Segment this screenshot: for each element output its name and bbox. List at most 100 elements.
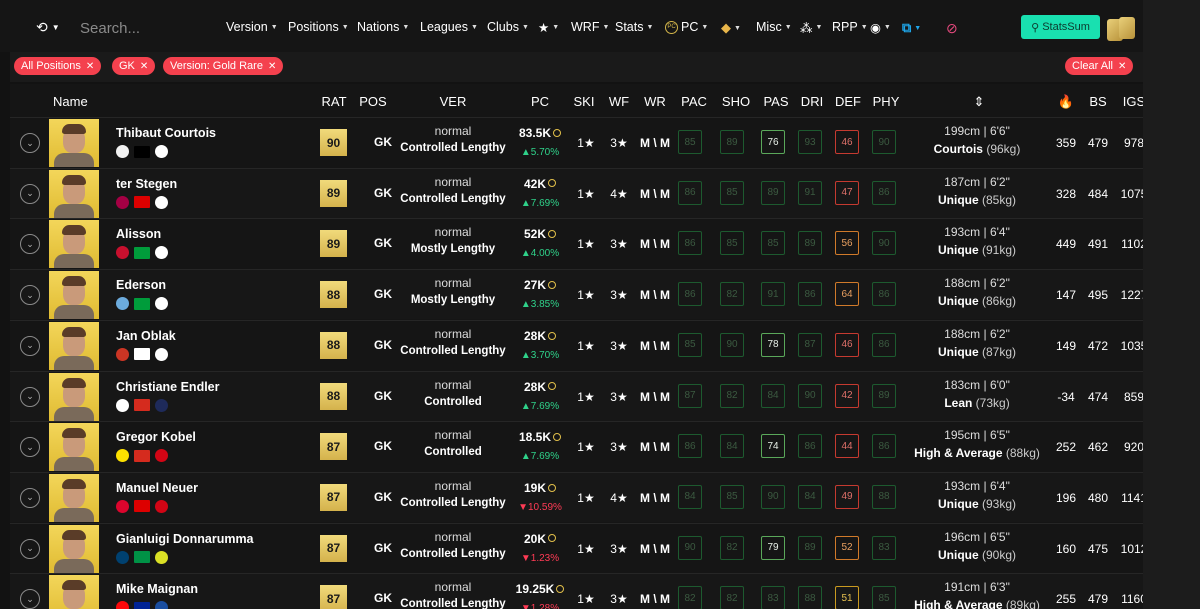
player-avatar[interactable] [49,575,99,609]
player-name[interactable]: Christiane Endler [116,380,220,394]
player-avatar[interactable] [49,220,99,269]
table-row[interactable]: ⌄ Gregor Kobel 87 GK normal Controlled 18… [10,421,1143,472]
table-row[interactable]: ⌄ Thibaut Courtois 90 GK normal Controlle… [10,117,1143,167]
nav-leagues[interactable]: Leagues ▼ [420,20,478,34]
col-sho[interactable]: SHO [722,94,750,109]
col-wf[interactable]: WF [609,94,629,109]
price-change: ▲5.70% [520,147,560,158]
expand-row-button[interactable]: ⌄ [20,335,40,356]
nav-diamond[interactable]: ◆ ▼ [721,20,741,36]
col-pc[interactable]: PC [531,94,549,109]
filter-chip-all-positions[interactable]: All Positions ✕ [14,57,102,75]
filter-icon: ⚲ [1031,21,1040,34]
nav-stats[interactable]: Stats ▼ [615,20,653,34]
position-value: GK [374,439,392,454]
stat-value: 89 [761,180,785,205]
player-avatar[interactable] [49,524,99,573]
table-row[interactable]: ⌄ Christiane Endler 88 GK normal Controll… [10,370,1143,421]
filter-chip-gk[interactable]: GK ✕ [112,57,156,75]
stat-value: 88 [798,586,822,609]
player-avatar[interactable] [49,372,99,421]
work-rates: M \ M [640,186,670,201]
nav-wrf[interactable]: WRF ▼ [571,20,609,34]
col-pas[interactable]: PAS [763,94,788,109]
col-ski[interactable]: SKI [574,94,595,109]
nav-rpp[interactable]: RPP ▼ [832,20,868,34]
popularity-value: 449 [1055,237,1077,252]
player-name[interactable]: Mike Maignan [116,582,198,596]
table-row[interactable]: ⌄ Alisson 89 GK normal Mostly Lengthy 52K… [10,218,1143,269]
stat-value: 42 [835,383,859,408]
expand-row-button[interactable]: ⌄ [20,589,40,609]
table-row[interactable]: ⌄ Manuel Neuer 87 GK normal Controlled Le… [10,471,1143,522]
nav-misc[interactable]: Misc ▼ [756,20,792,34]
col-pos[interactable]: POS [359,94,386,109]
nav-pc[interactable]: PC PC ▼ [665,20,708,34]
nav-chemistry[interactable]: ⁂ ▼ [800,20,822,35]
expand-row-button[interactable]: ⌄ [20,538,40,559]
expand-row-button[interactable]: ⌄ [20,437,40,458]
table-row[interactable]: ⌄ Ederson 88 GK normal Mostly Lengthy 27K… [10,269,1143,320]
col-bs[interactable]: BS [1089,94,1106,109]
nav-clubs[interactable]: Clubs ▼ [487,20,529,34]
col-dri[interactable]: DRI [801,94,823,109]
expand-row-button[interactable]: ⌄ [20,285,40,306]
history-dropdown[interactable]: ⟲ ▼ [36,19,60,36]
player-name[interactable]: Ederson [116,278,166,292]
close-icon[interactable]: ✕ [140,61,148,72]
col-wr[interactable]: WR [644,94,666,109]
player-avatar[interactable] [49,271,99,320]
player-name[interactable]: Thibaut Courtois [116,126,216,140]
close-icon[interactable]: ✕ [268,61,276,72]
coins-icon[interactable] [1107,17,1137,41]
filter-chip-version[interactable]: Version: Gold Rare ✕ [163,57,284,75]
club-badge-icon [116,398,129,412]
col-name[interactable]: Name [53,94,88,109]
nation-flag-icon [134,399,150,411]
player-avatar[interactable] [49,169,99,218]
player-avatar[interactable] [49,473,99,522]
expand-row-button[interactable]: ⌄ [20,487,40,508]
col-igs[interactable]: IGS [1123,94,1143,109]
hide-toggle[interactable]: ⊘ [946,20,958,37]
nav-nations[interactable]: Nations ▼ [357,20,409,34]
player-avatar[interactable] [49,321,99,370]
nav-positions[interactable]: Positions ▼ [288,20,349,34]
expand-row-button[interactable]: ⌄ [20,133,40,153]
nav-star[interactable]: ★ ▼ [538,20,559,35]
col-height-icon[interactable]: ⇕ [974,94,985,110]
table-row[interactable]: ⌄ Gianluigi Donnarumma 87 GK normal Contr… [10,522,1143,573]
table-row[interactable]: ⌄ Mike Maignan 87 GK normal Controlled Le… [10,573,1143,609]
expand-row-button[interactable]: ⌄ [20,183,40,204]
nav-layout[interactable]: ⧉ ▼ [902,20,921,36]
player-name[interactable]: Alisson [116,227,161,241]
nav-version[interactable]: Version ▼ [226,20,278,34]
col-phy[interactable]: PHY [873,94,900,109]
player-avatar[interactable] [49,119,99,167]
expand-row-button[interactable]: ⌄ [20,234,40,255]
col-pac[interactable]: PAC [681,94,707,109]
player-name[interactable]: Gianluigi Donnarumma [116,532,254,546]
col-def[interactable]: DEF [835,94,861,109]
player-name[interactable]: Manuel Neuer [116,481,198,495]
col-ver[interactable]: VER [440,94,467,109]
weak-foot: 3★ [610,288,628,303]
body-type: Unique [937,192,979,207]
nav-visibility[interactable]: ◉ ▼ [870,20,891,35]
expand-row-button[interactable]: ⌄ [20,386,40,407]
table-row[interactable]: ⌄ ter Stegen 89 GK normal Controlled Leng… [10,167,1143,218]
player-name[interactable]: Gregor Kobel [116,430,196,444]
player-avatar[interactable] [49,423,99,472]
col-rat[interactable]: RAT [321,94,346,109]
base-stats-value: 479 [1087,592,1109,607]
table-row[interactable]: ⌄ Jan Oblak 88 GK normal Controlled Lengt… [10,319,1143,370]
clear-all-button[interactable]: Clear All ✕ [1065,57,1134,75]
col-fire-icon[interactable]: 🔥 [1058,94,1074,110]
search-input[interactable] [80,17,210,39]
player-name[interactable]: Jan Oblak [116,329,176,343]
close-icon[interactable]: ✕ [86,61,94,72]
statssum-button[interactable]: ⚲ StatsSum [1021,15,1100,39]
stat-value: 85 [720,180,744,205]
player-name[interactable]: ter Stegen [116,177,177,191]
stat-value: 85 [678,130,702,154]
